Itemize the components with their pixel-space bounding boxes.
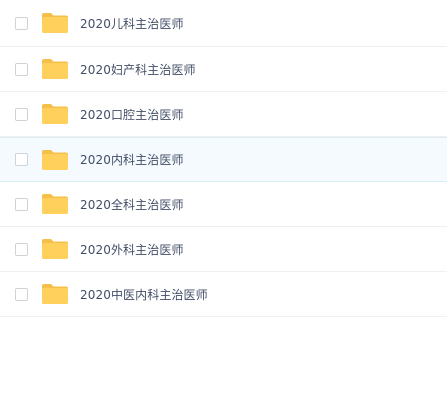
- file-row[interactable]: 2020全科主治医师: [0, 182, 447, 227]
- file-row[interactable]: 2020外科主治医师: [0, 227, 447, 272]
- row-checkbox[interactable]: [15, 242, 28, 256]
- file-name[interactable]: 2020儿科主治医师: [80, 15, 184, 32]
- file-row[interactable]: 2020妇产科主治医师: [0, 47, 447, 92]
- folder-icon: [42, 149, 68, 170]
- file-list: 2020儿科主治医师 2020妇产科主治医师 2020口腔主治医师 2020内科…: [0, 0, 447, 317]
- row-checkbox[interactable]: [15, 153, 28, 166]
- folder-icon: [42, 194, 68, 214]
- row-checkbox[interactable]: [15, 62, 28, 76]
- row-checkbox[interactable]: [15, 197, 28, 211]
- folder-icon: [42, 59, 68, 79]
- folder-icon: [42, 239, 68, 259]
- file-name[interactable]: 2020外科主治医师: [80, 241, 184, 258]
- file-row[interactable]: 2020中医内科主治医师: [0, 272, 447, 317]
- file-row[interactable]: 2020口腔主治医师: [0, 92, 447, 137]
- row-checkbox[interactable]: [15, 287, 28, 301]
- folder-icon: [42, 284, 68, 304]
- file-name[interactable]: 2020全科主治医师: [80, 196, 184, 213]
- file-row[interactable]: 2020儿科主治医师: [0, 0, 447, 47]
- file-row-hovered[interactable]: 2020内科主治医师: [0, 137, 447, 182]
- folder-icon: [42, 104, 68, 124]
- file-name[interactable]: 2020中医内科主治医师: [80, 286, 208, 303]
- row-checkbox[interactable]: [15, 16, 28, 30]
- file-name[interactable]: 2020口腔主治医师: [80, 106, 184, 123]
- file-name[interactable]: 2020内科主治医师: [80, 151, 184, 168]
- row-checkbox[interactable]: [15, 107, 28, 121]
- file-name[interactable]: 2020妇产科主治医师: [80, 61, 196, 78]
- folder-icon: [42, 13, 68, 33]
